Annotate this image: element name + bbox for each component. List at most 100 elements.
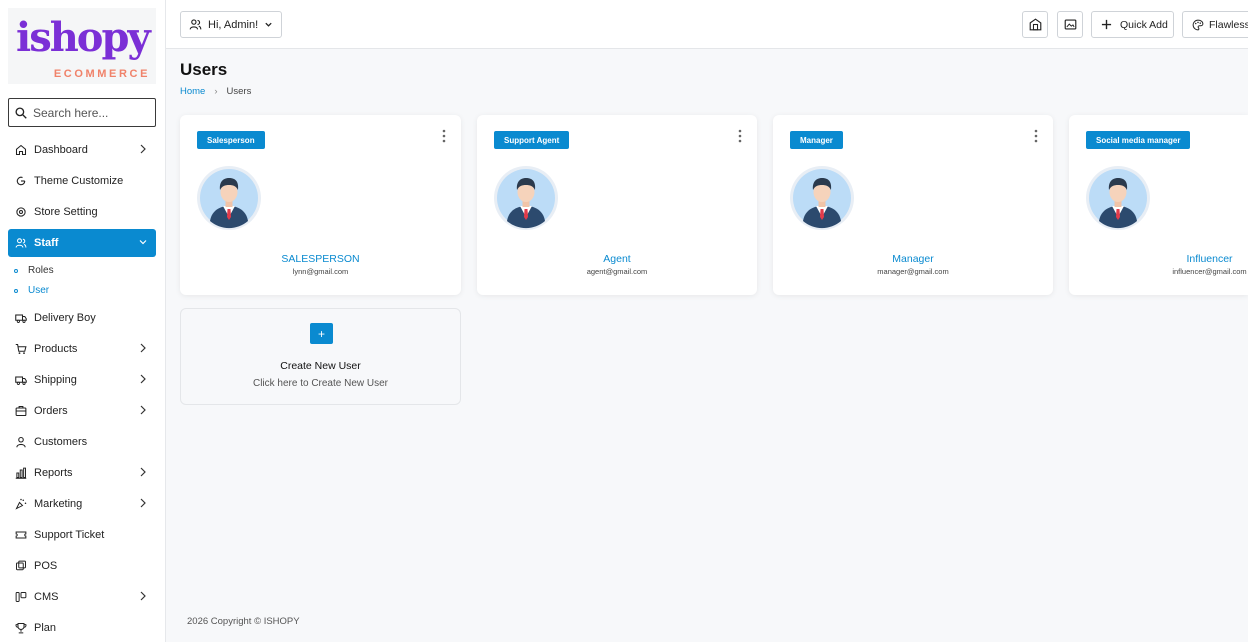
sidebar-item-theme-customize[interactable]: Theme Customize — [8, 167, 156, 195]
role-badge: Social media manager — [1086, 131, 1191, 149]
sidebar-item-support-ticket[interactable]: Support Ticket — [8, 521, 156, 549]
sidebar-item-label: Plan — [34, 622, 57, 634]
role-badge: Manager — [790, 131, 843, 149]
truck-icon — [14, 314, 27, 323]
topbar: Hi, Admin! Quick Add Flawless — [166, 0, 1248, 49]
user-icon — [15, 436, 26, 448]
sidebar-item-label: Staff — [34, 237, 59, 249]
chevron-down-icon — [139, 240, 147, 245]
shipping-icon — [14, 376, 27, 385]
sidebar-subitem-user[interactable]: User — [14, 285, 49, 296]
sidebar-item-delivery-boy[interactable]: Delivery Boy — [8, 304, 156, 332]
sidebar-item-label: Delivery Boy — [34, 312, 96, 324]
sidebar-item-label: CMS — [34, 591, 59, 603]
role-badge: Support Agent — [494, 131, 570, 149]
create-user-subtitle: Click here to Create New User — [252, 378, 389, 389]
sidebar-item-label: Support Ticket — [34, 529, 105, 541]
avatar — [1086, 166, 1150, 230]
home-icon — [15, 144, 26, 156]
user-card: Support Agent Agent agent@gmail.com — [477, 115, 757, 295]
quick-add-label: Quick Add — [1120, 18, 1168, 31]
chevron-right-icon — [140, 343, 146, 353]
avatar — [790, 166, 854, 230]
sidebar-item-label: Dashboard — [34, 144, 88, 156]
user-name[interactable]: Agent — [477, 253, 757, 265]
sidebar-item-products[interactable]: Products — [8, 335, 156, 363]
sidebar-item-store-setting[interactable]: Store Setting — [8, 198, 156, 226]
sidebar-search — [8, 98, 156, 127]
admin-menu-button[interactable]: Hi, Admin! — [180, 11, 282, 38]
sidebar-item-label: Reports — [34, 467, 73, 479]
plus-icon — [1101, 19, 1112, 30]
sidebar-item-orders[interactable]: Orders — [8, 397, 156, 425]
sidebar-item-label: Marketing — [34, 498, 83, 510]
media-button[interactable] — [1057, 11, 1083, 38]
chevron-right-icon — [140, 405, 146, 415]
quick-add-button[interactable]: Quick Add — [1091, 11, 1174, 38]
breadcrumb-home-link[interactable]: Home — [180, 86, 205, 97]
store-icon — [1029, 18, 1041, 31]
sidebar-item-customers[interactable]: Customers — [8, 428, 156, 456]
theme-icon — [16, 176, 25, 186]
sidebar-item-label: Orders — [34, 405, 68, 417]
breadcrumb-separator-icon: › — [214, 86, 218, 97]
create-user-card[interactable]: + Create New User Click here to Create N… — [180, 308, 461, 405]
more-options-icon[interactable] — [1034, 129, 1038, 143]
users-icon — [15, 238, 26, 248]
user-email: influencer@gmail.com — [1172, 267, 1247, 276]
chevron-right-icon — [140, 144, 146, 154]
more-options-icon[interactable] — [442, 129, 446, 143]
breadcrumb: Home › Users — [180, 86, 251, 97]
theme-button[interactable]: Flawless — [1182, 11, 1248, 38]
logo-text: ishopy — [16, 14, 151, 61]
sidebar-item-label: Products — [34, 343, 78, 355]
store-button[interactable] — [1022, 11, 1048, 38]
sidebar-item-cms[interactable]: CMS — [8, 583, 156, 611]
bullet-icon — [14, 288, 18, 293]
sidebar-item-shipping[interactable]: Shipping — [8, 366, 156, 394]
user-card: Social media manager Influencer influenc… — [1069, 115, 1248, 295]
chevron-right-icon — [140, 374, 146, 384]
user-card: Salesperson SALESPERSON lynn@gmail.com — [180, 115, 461, 295]
search-input[interactable] — [33, 105, 143, 120]
user-email: manager@gmail.com — [877, 267, 949, 276]
sidebar-item-marketing[interactable]: Marketing — [8, 490, 156, 518]
user-name[interactable]: Influencer — [1109, 253, 1248, 265]
user-name[interactable]: Manager — [773, 253, 1053, 265]
chevron-down-icon — [265, 22, 272, 27]
chevron-right-icon — [140, 467, 146, 477]
breadcrumb-current: Users — [226, 86, 252, 97]
logo-subtitle: ECOMMERCE — [53, 68, 150, 80]
user-name[interactable]: SALESPERSON — [180, 253, 461, 265]
sidebar-item-staff[interactable]: Staff — [8, 229, 156, 257]
orders-icon — [15, 405, 26, 417]
sidebar-item-label: Customers — [34, 436, 88, 448]
cart-icon — [15, 343, 27, 355]
avatar — [494, 166, 558, 230]
sidebar: ishopy ECOMMERCE Dashboard Theme Customi… — [0, 0, 166, 642]
settings-icon — [15, 207, 26, 217]
page-title: Users — [180, 60, 228, 79]
users-icon — [189, 19, 202, 30]
trophy-icon — [14, 623, 27, 634]
brand-logo[interactable]: ishopy ECOMMERCE — [8, 8, 156, 84]
ticket-icon — [15, 531, 26, 539]
palette-icon — [1192, 19, 1204, 30]
sidebar-subitem-label: Roles — [28, 265, 54, 276]
sidebar-item-plan[interactable]: Plan — [8, 614, 156, 642]
chart-icon — [15, 467, 26, 479]
sidebar-subitem-roles[interactable]: Roles — [14, 265, 54, 276]
add-user-button[interactable]: + — [310, 323, 333, 344]
sidebar-item-reports[interactable]: Reports — [8, 459, 156, 487]
sidebar-item-label: Theme Customize — [34, 175, 124, 187]
cms-icon — [15, 592, 26, 602]
sidebar-item-label: Shipping — [34, 374, 77, 386]
image-icon — [1064, 19, 1076, 30]
marketing-icon — [14, 498, 26, 510]
sidebar-item-label: POS — [34, 560, 58, 572]
pos-icon — [15, 560, 26, 571]
theme-label: Flawless — [1209, 18, 1248, 31]
sidebar-item-dashboard[interactable]: Dashboard — [8, 136, 156, 164]
more-options-icon[interactable] — [738, 129, 742, 143]
sidebar-item-pos[interactable]: POS — [8, 552, 156, 580]
